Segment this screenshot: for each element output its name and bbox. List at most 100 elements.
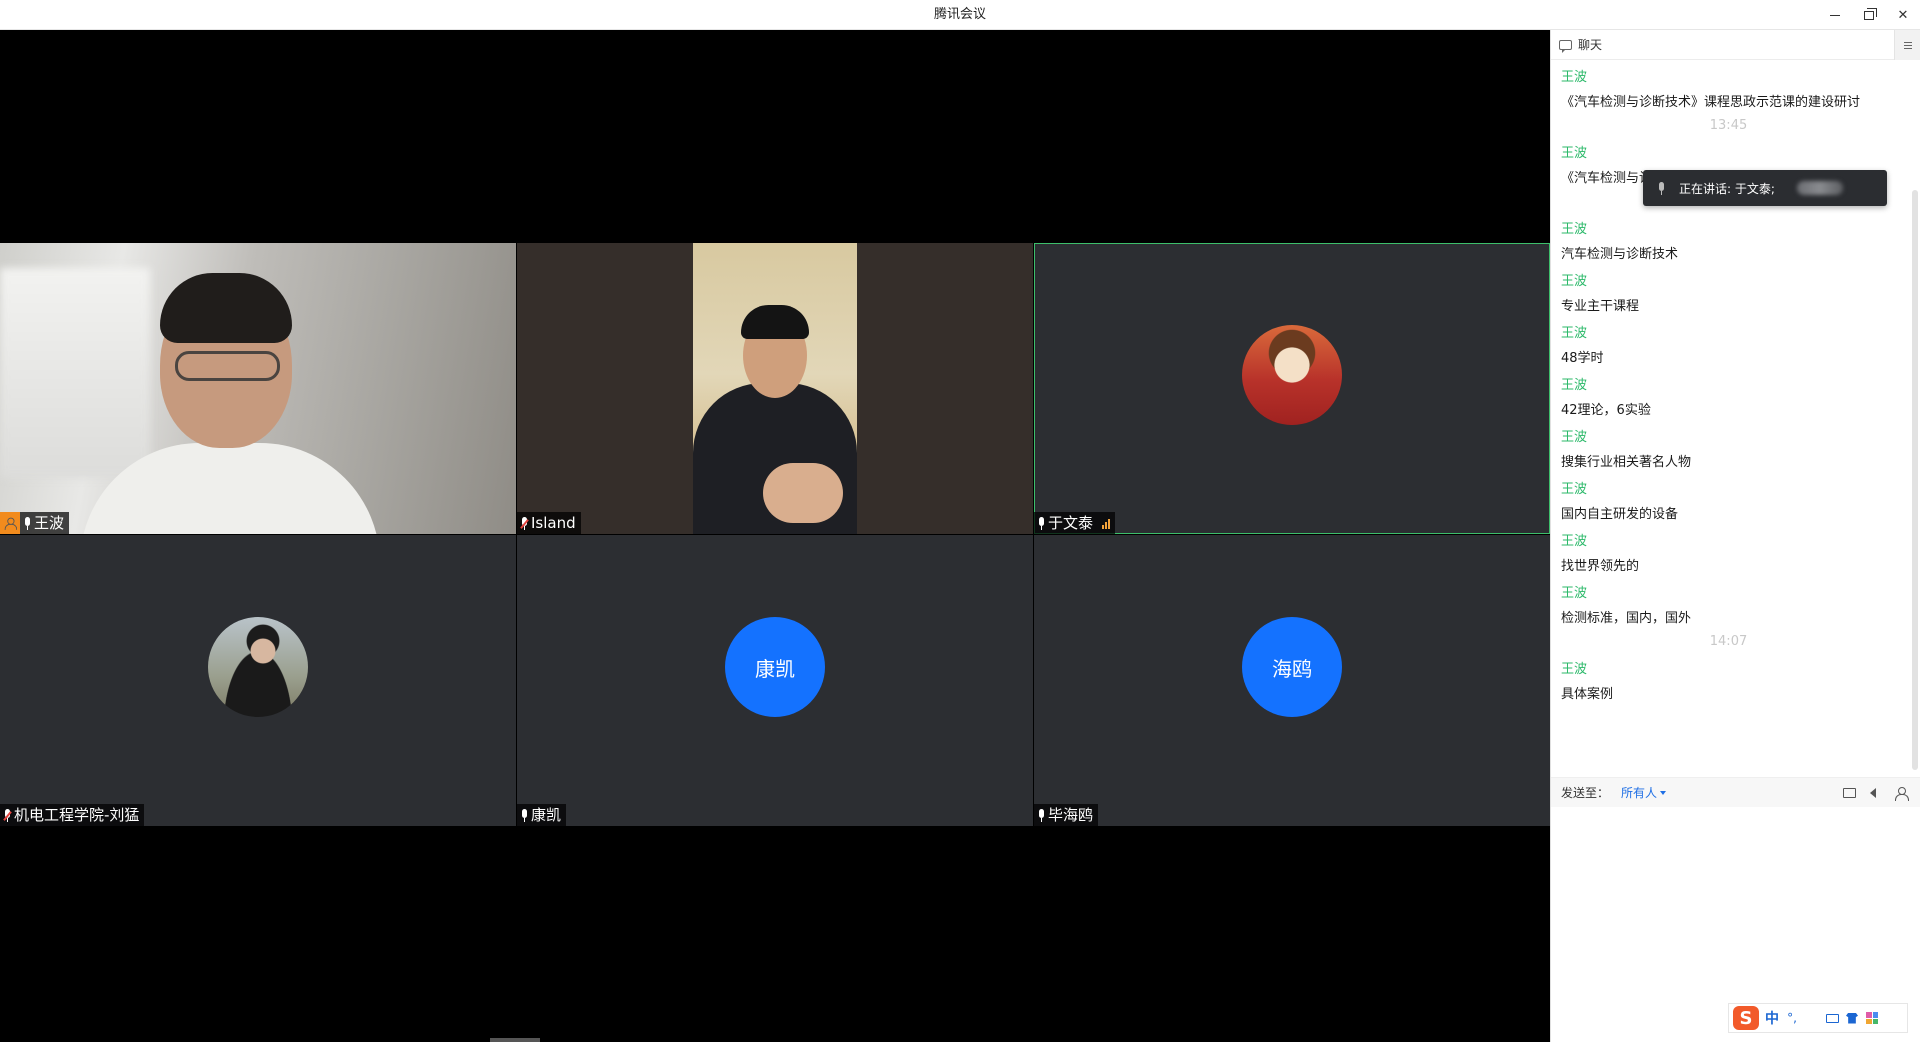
shirt-icon bbox=[1846, 1012, 1858, 1024]
chat-message: 王波 具体案例 bbox=[1561, 659, 1906, 711]
restore-button[interactable] bbox=[1852, 0, 1886, 30]
mention-button[interactable] bbox=[1891, 785, 1911, 801]
speaking-text: 正在讲话: 于文泰; bbox=[1679, 181, 1775, 196]
message-text: 国内自主研发的设备 bbox=[1561, 507, 1679, 522]
ime-punctuation-toggle[interactable]: °, bbox=[1785, 1011, 1799, 1025]
message-text: 48学时 bbox=[1561, 351, 1604, 366]
participant-avatar: 海鸥 bbox=[1242, 617, 1342, 717]
participant-name-tag: 于文泰 bbox=[1034, 512, 1116, 534]
microphone-icon bbox=[520, 808, 528, 822]
participant-name: 毕海鸥 bbox=[1048, 806, 1094, 824]
chat-message: 王波 检测标准，国内，国外 14:07 bbox=[1561, 583, 1906, 659]
participant-avatar: 康凯 bbox=[725, 617, 825, 717]
participant-name: Island bbox=[531, 514, 576, 532]
video-tile-bihaiou[interactable]: 海鸥 毕海鸥 bbox=[1034, 535, 1550, 826]
send-to-label: 发送至： bbox=[1561, 786, 1610, 800]
chat-title: 聊天 bbox=[1578, 38, 1603, 52]
video-tile-wangbo[interactable]: 王波 bbox=[0, 243, 516, 534]
participant-name: 王波 bbox=[34, 514, 65, 532]
participant-avatar bbox=[1242, 325, 1342, 425]
microphone-icon bbox=[1037, 808, 1045, 822]
message-sender: 王波 bbox=[1561, 534, 1588, 549]
message-text: 汽车检测与诊断技术 bbox=[1561, 247, 1679, 262]
send-file-button[interactable] bbox=[1839, 785, 1859, 801]
chevron-down-icon bbox=[1660, 790, 1667, 795]
chat-icon bbox=[1559, 39, 1572, 53]
chat-message: 王波汽车检测与诊断技术 bbox=[1561, 219, 1906, 271]
window-title: 腾讯会议 bbox=[933, 7, 986, 22]
send-bar: 发送至： 所有人 bbox=[1551, 777, 1920, 807]
signal-strength-icon bbox=[1102, 518, 1111, 529]
chat-header: 聊天 bbox=[1551, 30, 1920, 60]
participant-name: 机电工程学院-刘猛 bbox=[14, 806, 140, 824]
participant-name-tag: 毕海鸥 bbox=[1034, 804, 1099, 826]
chat-panel: 聊天 王波《汽车检测与诊断技术》课程思政示范课的建设研讨13:45王波《汽车检测… bbox=[1550, 30, 1920, 1042]
toolbox-icon bbox=[1866, 1012, 1878, 1024]
participant-name-tag: 机电工程学院-刘猛 bbox=[0, 804, 145, 826]
message-timestamp: 14:07 bbox=[1709, 634, 1748, 649]
chat-message: 王波 48学时 bbox=[1561, 323, 1906, 375]
chat-message: 王波 专业主干课程 bbox=[1561, 271, 1906, 323]
message-text: 专业主干课程 bbox=[1561, 299, 1640, 314]
video-tile-liumeng[interactable]: 机电工程学院-刘猛 bbox=[0, 535, 516, 826]
message-sender: 王波 bbox=[1561, 586, 1588, 601]
video-tile-yuwentai[interactable]: 于文泰 bbox=[1034, 243, 1550, 534]
taskbar-handle bbox=[490, 1038, 540, 1042]
speaker-icon bbox=[1870, 788, 1876, 798]
host-icon bbox=[0, 512, 20, 534]
meeting-window: 腾讯会议 ✕ 王波 Island 于文泰 机电工程学院-刘猛 康凯 康凯 海鸥 … bbox=[0, 0, 1920, 1042]
chat-scrollbar[interactable] bbox=[1912, 190, 1918, 770]
ime-language-toggle[interactable]: 中 bbox=[1765, 1008, 1779, 1028]
ime-skin-button[interactable] bbox=[1845, 1011, 1859, 1025]
message-sender: 王波 bbox=[1561, 662, 1588, 677]
video-grid: 王波 Island 于文泰 机电工程学院-刘猛 康凯 康凯 海鸥 毕海鸥 bbox=[0, 30, 1550, 1042]
message-sender: 王波 bbox=[1561, 430, 1588, 445]
ime-voice-button[interactable] bbox=[1805, 1011, 1819, 1025]
microphone-icon bbox=[1657, 181, 1665, 195]
menu-icon bbox=[1903, 41, 1912, 43]
send-target-value: 所有人 bbox=[1621, 786, 1658, 800]
microphone-icon bbox=[1037, 516, 1045, 530]
ime-toolbox-button[interactable] bbox=[1865, 1011, 1879, 1025]
message-sender: 王波 bbox=[1561, 222, 1588, 237]
send-target-dropdown[interactable]: 所有人 bbox=[1621, 784, 1667, 801]
title-bar: 腾讯会议 ✕ bbox=[0, 0, 1920, 30]
message-sender: 王波 bbox=[1561, 378, 1588, 393]
video-tile-kangkai[interactable]: 康凯 康凯 bbox=[517, 535, 1033, 826]
message-list[interactable]: 王波《汽车检测与诊断技术》课程思政示范课的建设研讨13:45王波《汽车检测与诊断… bbox=[1551, 61, 1906, 777]
chat-message: 王波国内自主研发的设备 bbox=[1561, 479, 1906, 531]
message-text: 搜集行业相关著名人物 bbox=[1561, 455, 1692, 470]
participant-name: 康凯 bbox=[531, 806, 562, 824]
ime-toolbar: S 中 °, bbox=[1728, 1003, 1908, 1033]
ime-keyboard-button[interactable] bbox=[1825, 1011, 1839, 1025]
participant-avatar bbox=[208, 617, 308, 717]
microphone-muted-icon bbox=[3, 808, 12, 822]
participant-name-tag: 康凯 bbox=[517, 804, 567, 826]
keyboard-icon bbox=[1825, 1013, 1839, 1023]
participant-name-tag: Island bbox=[517, 512, 581, 534]
speaking-indicator: 正在讲话: 于文泰; bbox=[1643, 170, 1887, 206]
participant-name: 于文泰 bbox=[1048, 514, 1094, 532]
message-text: 找世界领先的 bbox=[1561, 559, 1640, 574]
sound-button[interactable] bbox=[1863, 785, 1883, 801]
sogou-logo-icon[interactable]: S bbox=[1733, 1006, 1759, 1030]
chat-message: 王波 42理论，6实验 bbox=[1561, 375, 1906, 427]
message-text: 42理论，6实验 bbox=[1561, 403, 1651, 418]
minimize-button[interactable] bbox=[1818, 0, 1852, 30]
message-timestamp: 13:45 bbox=[1709, 118, 1748, 133]
chat-message: 王波搜集行业相关著名人物 bbox=[1561, 427, 1906, 479]
user-icon bbox=[1895, 787, 1909, 801]
message-sender: 王波 bbox=[1561, 274, 1588, 289]
message-sender: 王波 bbox=[1561, 326, 1588, 341]
close-button[interactable]: ✕ bbox=[1886, 0, 1920, 30]
video-tile-island[interactable]: Island bbox=[517, 243, 1033, 534]
chat-menu-button[interactable] bbox=[1894, 30, 1920, 60]
microphone-icon bbox=[1808, 1011, 1816, 1025]
participant-name-tag: 王波 bbox=[0, 512, 70, 534]
close-icon: ✕ bbox=[1897, 7, 1909, 23]
message-sender: 王波 bbox=[1561, 482, 1588, 497]
chat-input[interactable] bbox=[1551, 808, 1920, 1030]
minimize-icon bbox=[1830, 14, 1840, 16]
message-sender: 王波 bbox=[1561, 70, 1588, 85]
message-sender: 王波 bbox=[1561, 146, 1588, 161]
